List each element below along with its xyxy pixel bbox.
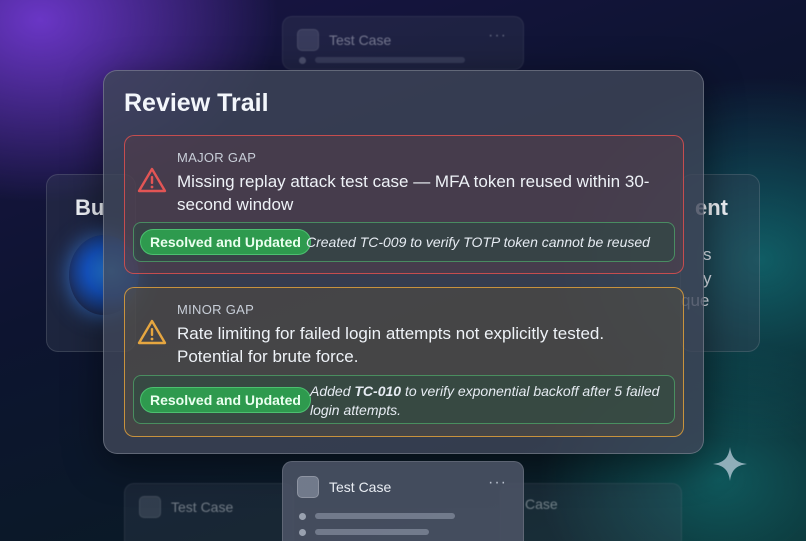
warning-triangle-icon xyxy=(137,167,167,193)
test-case-title: Test Case xyxy=(171,499,234,515)
side-card-right-text: y xyxy=(703,269,712,288)
resolution-text: Added TC-010 to verify exponential backo… xyxy=(310,382,670,420)
side-card-left-title: Bu xyxy=(75,195,105,220)
more-dots-icon: ··· xyxy=(488,27,507,44)
sparkle-icon xyxy=(713,447,747,481)
side-card-right-text: s xyxy=(703,245,712,264)
gap-item-minor: MINOR GAP Rate limiting for failed login… xyxy=(124,287,684,437)
resolution-row: Resolved and Updated Added TC-010 to ver… xyxy=(133,375,675,424)
more-dots-icon[interactable]: ··· xyxy=(488,474,507,492)
placeholder-line xyxy=(315,513,455,519)
gap-severity-label: MINOR GAP xyxy=(177,302,255,317)
gap-severity-label: MAJOR GAP xyxy=(177,150,257,165)
checkbox-icon xyxy=(297,29,319,51)
test-case-card-bottom-center[interactable]: Test Case ··· xyxy=(282,461,524,541)
page-title: Review Trail xyxy=(124,89,269,117)
status-badge: Resolved and Updated xyxy=(140,229,311,255)
status-badge: Resolved and Updated xyxy=(140,386,311,413)
gap-item-major: MAJOR GAP Missing replay attack test cas… xyxy=(124,135,684,274)
checkbox-icon[interactable] xyxy=(297,476,319,498)
warning-triangle-icon xyxy=(137,319,167,345)
test-case-title: Test Case xyxy=(329,32,392,48)
test-case-title: Test Case xyxy=(329,479,392,495)
resolution-prefix: Added xyxy=(310,383,355,399)
review-trail-panel: Review Trail MAJOR GAP Missing replay at… xyxy=(103,70,704,454)
resolution-code: TC-010 xyxy=(354,383,402,399)
test-case-card-top: Test Case ··· xyxy=(282,16,524,70)
checkbox-icon xyxy=(139,496,161,518)
bullet-dot xyxy=(299,57,306,64)
test-case-card-bottom-left: Test Case xyxy=(124,483,294,541)
bullet-dot xyxy=(299,529,306,536)
test-case-title: Case xyxy=(525,496,558,512)
resolution-text: Created TC-009 to verify TOTP token cann… xyxy=(306,234,650,250)
gap-description: Missing replay attack test case — MFA to… xyxy=(177,172,650,214)
test-case-card-bottom-right: Case xyxy=(500,483,682,541)
placeholder-line xyxy=(315,57,465,63)
gap-description: Rate limiting for failed login attempts … xyxy=(177,324,605,366)
resolution-row: Resolved and Updated Created TC-009 to v… xyxy=(133,222,675,262)
bullet-dot xyxy=(299,513,306,520)
placeholder-line xyxy=(315,529,429,535)
